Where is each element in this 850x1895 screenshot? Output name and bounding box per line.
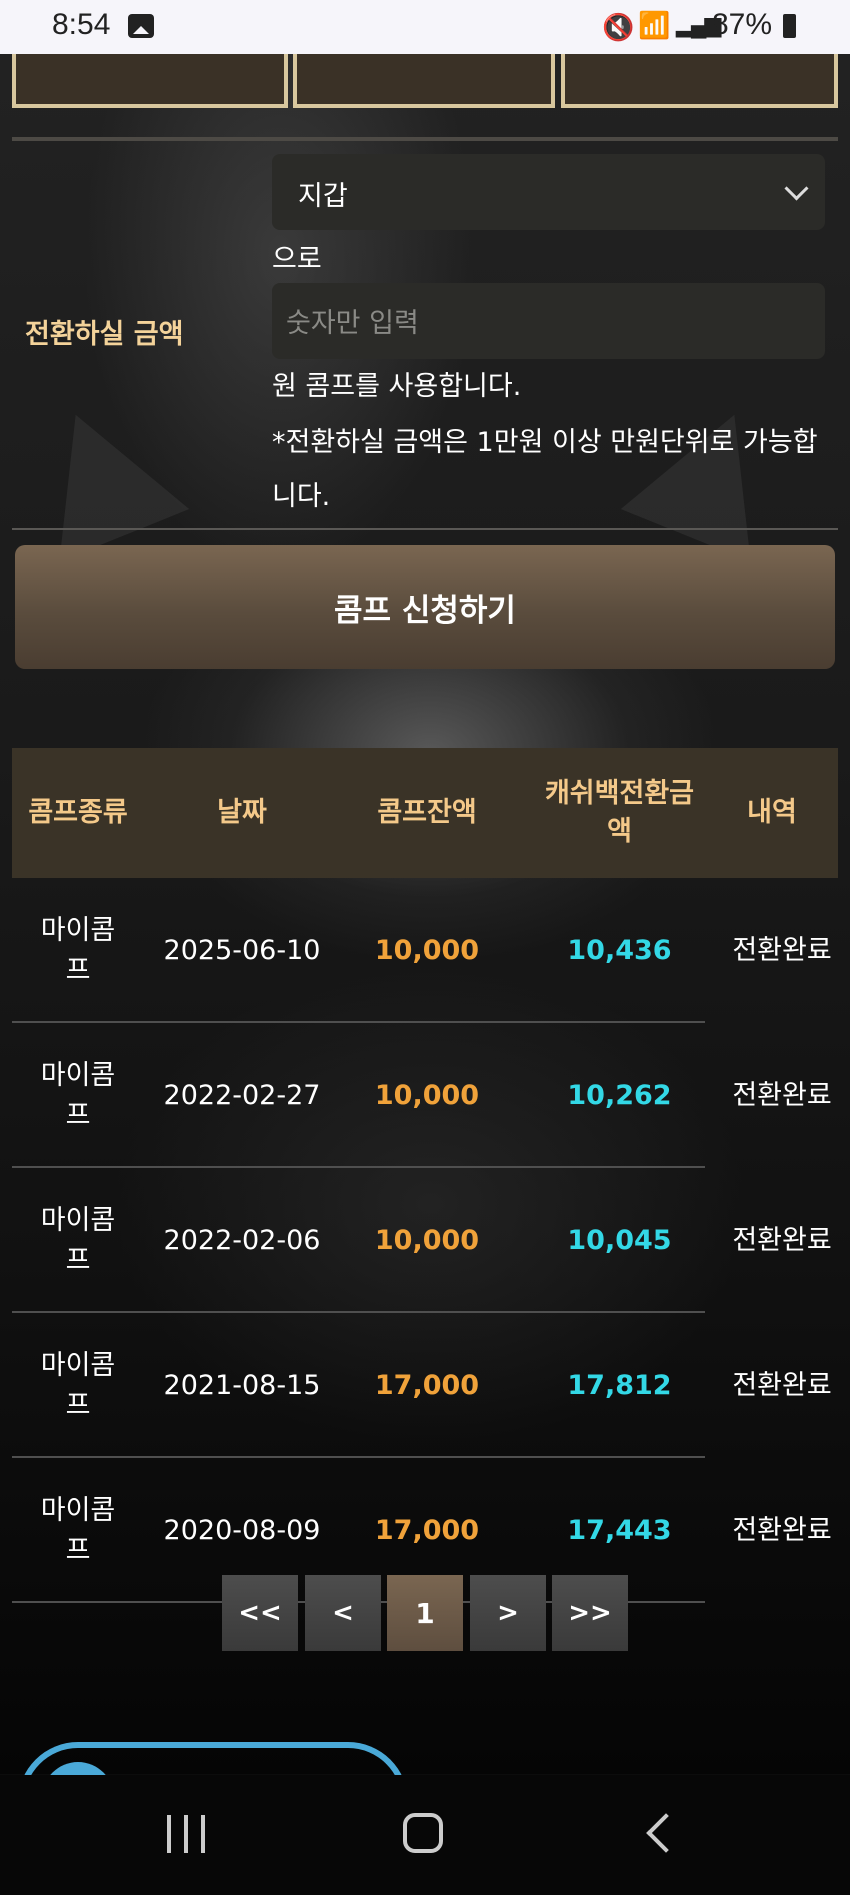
rule-note: *전환하실 금액은 1만원 이상 만원단위로 가능합니다. <box>272 427 818 512</box>
amount-label: 전환하실 금액 <box>25 319 184 350</box>
cell-status: 전환완료 <box>732 1369 832 1401</box>
table-row: 마이콤프 2021-08-15 17,000 17,812 전환완료 <box>12 1313 838 1458</box>
home-icon[interactable] <box>403 1813 443 1853</box>
cell-status: 전환완료 <box>732 1514 832 1546</box>
cell-comp-type: 마이콤프 <box>40 1204 116 1276</box>
header-cashback-amount: 캐쉬백전환금액 <box>544 778 695 847</box>
cell-date: 2021-08-15 <box>163 1369 321 1401</box>
cell-cashback-amount: 10,262 <box>567 1079 672 1111</box>
chevron-down-icon <box>784 176 809 201</box>
section-divider <box>12 137 838 141</box>
battery-percent: 87% <box>712 8 773 41</box>
top-tab-box-1[interactable] <box>12 54 288 108</box>
status-time: 8:54 <box>52 8 111 41</box>
system-navigation-bar <box>0 1775 850 1895</box>
gallery-notification-icon <box>128 14 154 38</box>
cell-date: 2022-02-06 <box>163 1224 321 1256</box>
wallet-select-value: 지갑 <box>298 181 348 212</box>
prev-page-button[interactable]: < <box>305 1575 381 1651</box>
wifi-icon: 📶 <box>638 10 671 40</box>
top-tab-box-3[interactable] <box>561 54 838 108</box>
cell-date: 2022-02-27 <box>163 1079 321 1111</box>
header-date: 날짜 <box>217 797 267 828</box>
recents-icon[interactable] <box>165 1815 207 1853</box>
use-note: 원 콤프를 사용합니다. <box>272 371 522 402</box>
status-bar: 8:54 🔇 📶 ▂▄▆ 87% <box>0 0 850 54</box>
table-row: 마이콤프 2025-06-10 10,000 10,436 전환완료 <box>12 878 838 1023</box>
cell-cashback-amount: 17,812 <box>567 1369 672 1401</box>
mute-icon: 🔇 <box>602 12 635 42</box>
amount-input[interactable]: 숫자만 입력 <box>272 283 825 359</box>
top-tab-box-2[interactable] <box>293 54 555 108</box>
cell-comp-balance: 10,000 <box>374 1224 480 1256</box>
table-row: 마이콤프 2022-02-06 10,000 10,045 전환완료 <box>12 1168 838 1313</box>
cell-comp-type: 마이콤프 <box>40 1349 116 1421</box>
cell-cashback-amount: 10,436 <box>567 934 672 966</box>
header-comp-balance: 콤프잔액 <box>377 797 477 828</box>
next-page-button[interactable]: > <box>470 1575 546 1651</box>
cell-cashback-amount: 10,045 <box>567 1224 672 1256</box>
apply-comp-button[interactable]: 콤프 신청하기 <box>15 545 835 669</box>
header-comp-type: 콤프종류 <box>28 797 128 828</box>
wallet-select[interactable]: 지갑 <box>272 154 825 230</box>
header-history: 내역 <box>747 797 797 828</box>
first-page-button[interactable]: << <box>222 1575 298 1651</box>
battery-icon <box>783 14 796 38</box>
last-page-button[interactable]: >> <box>552 1575 628 1651</box>
cell-comp-type: 마이콤프 <box>40 1494 116 1566</box>
table-header: 콤프종류 날짜 콤프잔액 캐쉬백전환금액 내역 <box>12 748 838 878</box>
cell-comp-type: 마이콤프 <box>40 914 116 986</box>
cell-comp-balance: 17,000 <box>374 1369 480 1401</box>
cell-status: 전환완료 <box>732 934 832 966</box>
back-icon[interactable] <box>646 1813 686 1853</box>
cell-status: 전환완료 <box>732 1224 832 1256</box>
cell-comp-balance: 10,000 <box>374 1079 480 1111</box>
cell-status: 전환완료 <box>732 1079 832 1111</box>
table-row: 마이콤프 2022-02-27 10,000 10,262 전환완료 <box>12 1023 838 1168</box>
cell-date: 2025-06-10 <box>163 934 321 966</box>
current-page-button[interactable]: 1 <box>387 1575 463 1651</box>
cell-comp-type: 마이콤프 <box>40 1059 116 1131</box>
form-divider <box>12 528 838 530</box>
to-text: 으로 <box>272 244 322 275</box>
cell-comp-balance: 10,000 <box>374 934 480 966</box>
